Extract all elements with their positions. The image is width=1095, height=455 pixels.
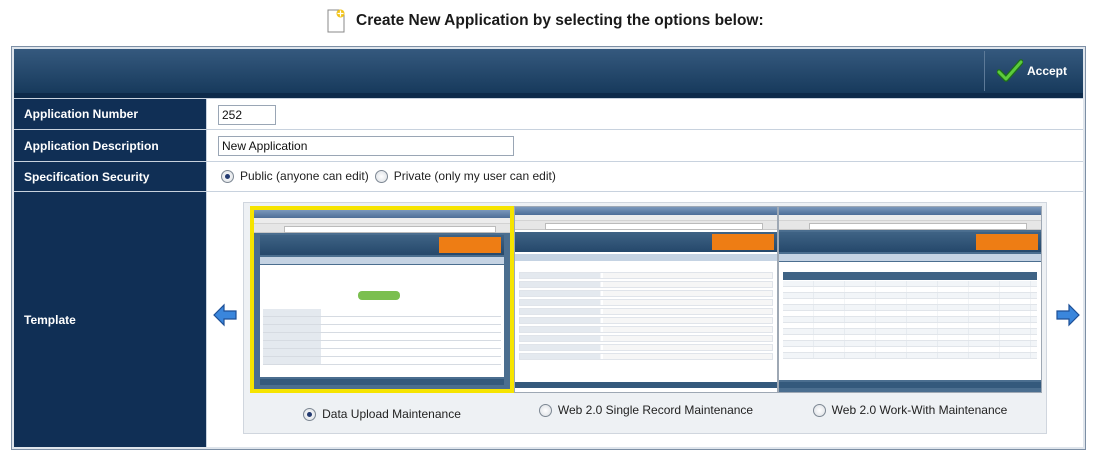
template-data-upload-radio[interactable] [303, 407, 317, 421]
toolbar: Accept [14, 49, 1083, 93]
arrow-left-icon[interactable] [212, 302, 238, 328]
template-single-record-label: Web 2.0 Single Record Maintenance [557, 403, 754, 417]
template-work-with-label: Web 2.0 Work-With Maintenance [831, 403, 1008, 417]
specification-security-row: Specification Security Public (anyone ca… [14, 161, 1083, 191]
template-work-with-caption[interactable]: Web 2.0 Work-With Maintenance [778, 403, 1042, 417]
application-number-cell [206, 99, 1083, 129]
security-option-public[interactable]: Public (anyone can edit) [221, 169, 369, 183]
template-row: Template Data Upload Maintenance Web 2.0… [14, 191, 1083, 447]
application-description-label: Application Description [14, 130, 206, 161]
checkmark-icon [997, 59, 1023, 82]
application-number-row: Application Number [14, 98, 1083, 129]
new-document-icon [327, 9, 345, 33]
template-single-record-radio[interactable] [538, 403, 552, 417]
specification-security-cell: Public (anyone can edit) Private (only m… [206, 162, 1083, 191]
application-form-panel: Accept Application Number Application De… [11, 46, 1086, 450]
application-description-input[interactable] [218, 136, 514, 156]
public-radio[interactable] [221, 169, 234, 183]
template-cell: Data Upload Maintenance Web 2.0 Single R… [206, 192, 1083, 447]
page-header: Create New Application by selecting the … [0, 0, 1095, 44]
template-label: Template [14, 192, 206, 447]
accept-label: Accept [1026, 64, 1067, 78]
application-description-cell [206, 130, 1083, 161]
public-radio-label: Public (anyone can edit) [240, 169, 369, 183]
template-work-with-thumbnail[interactable] [778, 206, 1042, 393]
accept-button[interactable]: Accept [984, 51, 1081, 91]
template-data-upload-caption[interactable]: Data Upload Maintenance [250, 407, 514, 421]
private-radio-label: Private (only my user can edit) [393, 169, 556, 183]
application-description-row: Application Description [14, 129, 1083, 161]
security-option-private[interactable]: Private (only my user can edit) [374, 169, 556, 183]
template-data-upload[interactable]: Data Upload Maintenance [250, 206, 514, 421]
template-gallery: Data Upload Maintenance Web 2.0 Single R… [243, 202, 1047, 434]
template-work-with-radio[interactable] [812, 403, 826, 417]
private-radio[interactable] [374, 169, 388, 183]
page-title: Create New Application by selecting the … [356, 12, 764, 29]
template-work-with[interactable]: Web 2.0 Work-With Maintenance [778, 206, 1042, 417]
template-data-upload-label: Data Upload Maintenance [322, 407, 461, 421]
application-number-input[interactable] [218, 105, 276, 125]
specification-security-label: Specification Security [14, 162, 206, 191]
arrow-right-icon[interactable] [1055, 302, 1081, 328]
application-number-label: Application Number [14, 99, 206, 129]
template-single-record[interactable]: Web 2.0 Single Record Maintenance [514, 206, 778, 417]
security-radio-group: Public (anyone can edit) Private (only m… [221, 169, 562, 183]
template-data-upload-thumbnail[interactable] [250, 206, 514, 393]
template-single-record-caption[interactable]: Web 2.0 Single Record Maintenance [514, 403, 778, 417]
template-single-record-thumbnail[interactable] [514, 206, 778, 393]
